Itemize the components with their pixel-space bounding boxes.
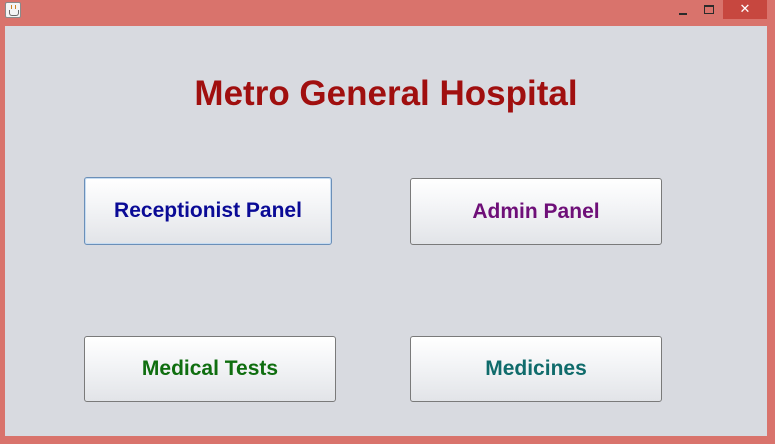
- medicines-button[interactable]: Medicines: [410, 336, 662, 402]
- maximize-icon: [704, 5, 714, 14]
- java-app-icon[interactable]: [5, 2, 21, 18]
- minimize-icon: [679, 12, 687, 15]
- main-panel: Metro General Hospital Receptionist Pane…: [5, 26, 767, 436]
- maximize-button[interactable]: [698, 0, 720, 19]
- medical-tests-button[interactable]: Medical Tests: [84, 336, 336, 402]
- close-icon: ✕: [739, 2, 751, 17]
- close-button[interactable]: ✕: [723, 0, 767, 19]
- minimize-button[interactable]: [672, 0, 694, 19]
- receptionist-panel-button[interactable]: Receptionist Panel: [84, 177, 332, 245]
- admin-panel-button[interactable]: Admin Panel: [410, 178, 662, 245]
- app-window: ✕ Metro General Hospital Receptionist Pa…: [0, 0, 775, 444]
- page-title: Metro General Hospital: [194, 74, 578, 113]
- title-bar[interactable]: ✕: [0, 0, 775, 22]
